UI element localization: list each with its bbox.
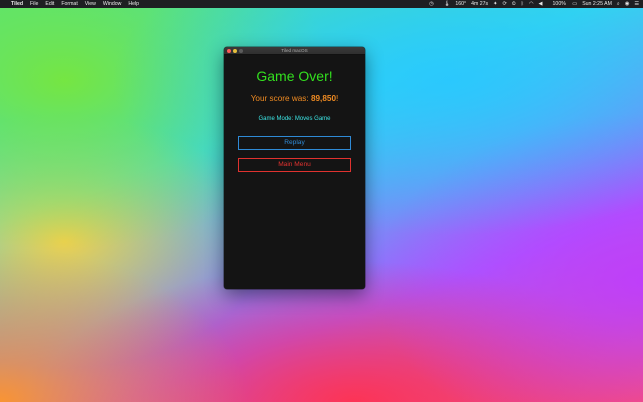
spotlight-search-icon[interactable]: ⌕ (617, 1, 620, 8)
score-text: Your score was: 89,850! (224, 94, 365, 104)
volume-icon[interactable]: ◀ (539, 1, 543, 7)
game-over-heading: Game Over! (256, 68, 333, 84)
menu-view[interactable]: View (85, 1, 96, 7)
main-menu-button[interactable]: Main Menu (238, 158, 351, 172)
score-prefix: Your score was: (250, 94, 311, 103)
score-suffix: ! (336, 94, 339, 103)
app-window: Tiled macOS Game Over! Your score was: 8… (224, 47, 365, 289)
sync-icon[interactable]: ⟳ (502, 1, 506, 7)
battery-icon: ▭ (572, 1, 578, 7)
game-over-screen: Game Over! Your score was: 89,850! Game … (224, 55, 365, 289)
score-value: 89,850 (310, 94, 336, 103)
menu-help[interactable]: Help (128, 1, 139, 7)
menu-edit[interactable]: Edit (45, 1, 54, 7)
notification-center-icon[interactable]: ☰ (634, 1, 639, 7)
battery-percent: 100% (552, 1, 566, 7)
battery-status[interactable]: 100% ▭ (548, 1, 578, 7)
window-titlebar[interactable]: Tiled macOS (224, 47, 365, 55)
clock-status[interactable]: Sun 2:25 AM (582, 1, 612, 7)
window-title: Tiled macOS (281, 48, 308, 53)
menu-bar: Tiled File Edit Format View Window Help … (0, 0, 643, 8)
status-area: ◷ 🌡 160° 4m 27s ✦ ⟳ ⏲ ᛒ ◠ ◀ 100% ▭ Sun 2:… (424, 1, 639, 8)
timer-status[interactable]: 4m 27s (471, 1, 488, 7)
clock-status-icon[interactable]: ◷ (429, 1, 434, 7)
menu-window[interactable]: Window (103, 1, 121, 7)
replay-button[interactable]: Replay (238, 136, 351, 150)
menu-format[interactable]: Format (61, 1, 77, 7)
bluetooth-icon[interactable]: ᛒ (521, 1, 524, 7)
thermometer-icon: 🌡 (443, 1, 451, 7)
wifi-icon[interactable]: ◠ (529, 1, 534, 7)
game-mode-label: Game Mode: Moves Game (258, 116, 331, 122)
menu-file[interactable]: File (30, 1, 38, 7)
temperature-status[interactable]: 🌡 160° (439, 1, 466, 7)
menu-app-name[interactable]: Tiled (11, 1, 23, 7)
temperature-value: 160° (455, 1, 467, 7)
siri-icon[interactable]: ◉ (625, 1, 630, 7)
time-machine-icon[interactable]: ⏲ (512, 1, 516, 8)
dropbox-icon[interactable]: ✦ (493, 1, 497, 7)
